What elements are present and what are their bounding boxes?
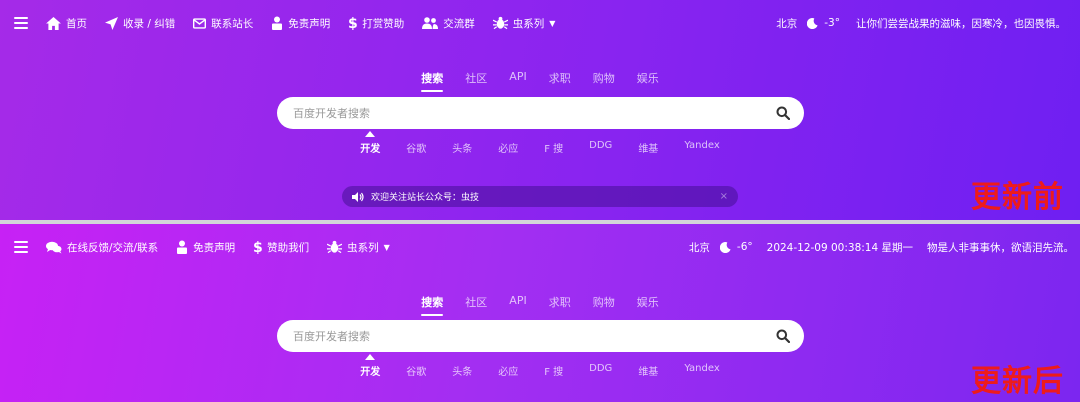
engine-fsou[interactable]: F 搜 <box>544 363 563 378</box>
menu-icon[interactable] <box>14 17 28 29</box>
weather-bar: 北京 -6° 2024-12-09 00:38:14 星期一 物是人非事事休，欲… <box>689 224 1074 270</box>
datetime: 2024-12-09 00:38:14 星期一 <box>766 241 913 254</box>
tab-shopping[interactable]: 购物 <box>593 70 615 92</box>
engine-google[interactable]: 谷歌 <box>406 140 426 155</box>
nav-item-label: 免责声明 <box>193 241 236 254</box>
nav-item-label: 打赏赞助 <box>362 17 405 30</box>
moon-icon <box>807 17 818 29</box>
nav-item-donate[interactable]: $ 打赏赞助 <box>348 16 404 31</box>
tab-shopping[interactable]: 购物 <box>593 294 615 316</box>
search-engine-list: 开发 谷歌 头条 必应 F 搜 DDG 维基 Yandex <box>0 131 1080 155</box>
top-navbar: 首页 收录 / 纠错 联系站长 免责声明 $ 打赏赞助 交流群 虫系列 ▼ 北京 <box>0 0 1080 46</box>
svg-text:$: $ <box>253 240 262 254</box>
engine-dev[interactable]: 开发 <box>360 131 380 155</box>
dollar-icon: $ <box>253 240 262 254</box>
nav-item-label: 免责声明 <box>288 17 331 30</box>
nav-item-feedback[interactable]: 在线反馈/交流/联系 <box>46 240 158 255</box>
daily-quote: 物是人非事事休，欲语泪先流。 <box>927 241 1074 254</box>
engine-bing[interactable]: 必应 <box>498 363 518 378</box>
nav-item-bug-series[interactable]: 虫系列 ▼ <box>327 240 390 255</box>
search-input[interactable] <box>291 328 776 344</box>
engine-yandex[interactable]: Yandex <box>684 363 719 378</box>
nav-item-home[interactable]: 首页 <box>46 16 87 31</box>
engine-wiki[interactable]: 维基 <box>638 363 658 378</box>
search-category-tabs: 搜索 社区 API 求职 购物 娱乐 <box>0 70 1080 92</box>
engine-toutiao[interactable]: 头条 <box>452 363 472 378</box>
tab-search[interactable]: 搜索 <box>421 294 444 316</box>
tab-search[interactable]: 搜索 <box>421 70 444 92</box>
engine-fsou[interactable]: F 搜 <box>544 140 563 155</box>
after-update-label: 更新后 <box>971 364 1064 399</box>
nav-item-disclaimer[interactable]: 免责声明 <box>176 240 235 255</box>
bug-icon <box>492 16 508 30</box>
nav-item-sponsor[interactable]: $ 赞助我们 <box>253 240 309 255</box>
nav-item-label: 虫系列 <box>347 241 379 254</box>
bug-icon <box>327 240 343 254</box>
hat-icon <box>272 16 283 30</box>
engine-yandex[interactable]: Yandex <box>684 140 719 155</box>
nav-item-contact[interactable]: 联系站长 <box>193 16 253 31</box>
search-box <box>277 320 804 352</box>
after-update-panel: 在线反馈/交流/联系 免责声明 $ 赞助我们 虫系列 ▼ 北京 -6° 2024… <box>0 224 1080 402</box>
tab-jobs[interactable]: 求职 <box>549 294 571 316</box>
temperature: -6° <box>736 241 753 253</box>
moon-icon <box>719 241 731 253</box>
engine-dev[interactable]: 开发 <box>360 354 380 378</box>
search-input[interactable] <box>291 105 776 121</box>
nav-item-group[interactable]: 交流群 <box>422 16 475 31</box>
nav-item-label: 虫系列 <box>512 17 545 30</box>
mail-icon <box>193 17 207 29</box>
chat-icon <box>46 241 62 253</box>
hat-icon <box>177 240 188 254</box>
nav-item-label: 交流群 <box>443 17 475 30</box>
nav-item-disclaimer[interactable]: 免责声明 <box>271 16 330 31</box>
svg-text:$: $ <box>348 16 357 30</box>
nav-item-label: 首页 <box>66 17 87 30</box>
tab-community[interactable]: 社区 <box>465 294 487 316</box>
nav-item-label: 联系站长 <box>211 17 254 30</box>
search-engine-list: 开发 谷歌 头条 必应 F 搜 DDG 维基 Yandex <box>0 354 1080 378</box>
before-update-panel: 首页 收录 / 纠错 联系站长 免责声明 $ 打赏赞助 交流群 虫系列 ▼ 北京 <box>0 0 1080 220</box>
engine-ddg[interactable]: DDG <box>589 140 612 155</box>
tab-entertainment[interactable]: 娱乐 <box>637 70 659 92</box>
close-icon[interactable]: × <box>720 191 728 202</box>
engine-bing[interactable]: 必应 <box>498 140 518 155</box>
nav-item-label: 赞助我们 <box>267 241 310 254</box>
nav-item-label: 收录 / 纠错 <box>123 17 176 30</box>
top-navbar: 在线反馈/交流/联系 免责声明 $ 赞助我们 虫系列 ▼ 北京 -6° 2024… <box>0 224 1080 270</box>
tab-entertainment[interactable]: 娱乐 <box>637 294 659 316</box>
city: 北京 <box>776 17 798 30</box>
before-update-label: 更新前 <box>971 180 1064 215</box>
tab-api[interactable]: API <box>509 294 526 316</box>
send-icon <box>105 16 118 30</box>
announcement-bar: 欢迎关注站长公众号：虫技 × <box>342 186 738 207</box>
users-icon <box>422 17 439 29</box>
engine-wiki[interactable]: 维基 <box>638 140 658 155</box>
caret-down-icon: ▼ <box>383 242 390 252</box>
engine-google[interactable]: 谷歌 <box>406 363 426 378</box>
tab-community[interactable]: 社区 <box>465 70 487 92</box>
nav-item-bug-series[interactable]: 虫系列 ▼ <box>492 16 556 31</box>
search-icon[interactable] <box>776 329 790 343</box>
nav-item-submit[interactable]: 收录 / 纠错 <box>105 16 175 31</box>
weather-bar: 北京 -3° 让你们尝尝战果的滋味，因寒冷，也因畏惧。 <box>776 0 1066 46</box>
dollar-icon: $ <box>348 16 357 30</box>
engine-toutiao[interactable]: 头条 <box>452 140 472 155</box>
search-category-tabs: 搜索 社区 API 求职 购物 娱乐 <box>0 294 1080 316</box>
speaker-icon <box>352 191 364 202</box>
city: 北京 <box>688 241 710 254</box>
menu-icon[interactable] <box>14 241 28 253</box>
announcement-text: 欢迎关注站长公众号：虫技 <box>371 193 480 203</box>
tab-api[interactable]: API <box>509 70 526 92</box>
daily-quote: 让你们尝尝战果的滋味，因寒冷，也因畏惧。 <box>856 17 1066 30</box>
nav-item-label: 在线反馈/交流/联系 <box>67 241 159 254</box>
engine-ddg[interactable]: DDG <box>589 363 612 378</box>
temperature: -3° <box>824 17 840 29</box>
search-box <box>277 97 804 129</box>
caret-down-icon: ▼ <box>549 18 556 28</box>
search-icon[interactable] <box>776 106 790 120</box>
tab-jobs[interactable]: 求职 <box>549 70 571 92</box>
home-icon <box>46 16 61 30</box>
